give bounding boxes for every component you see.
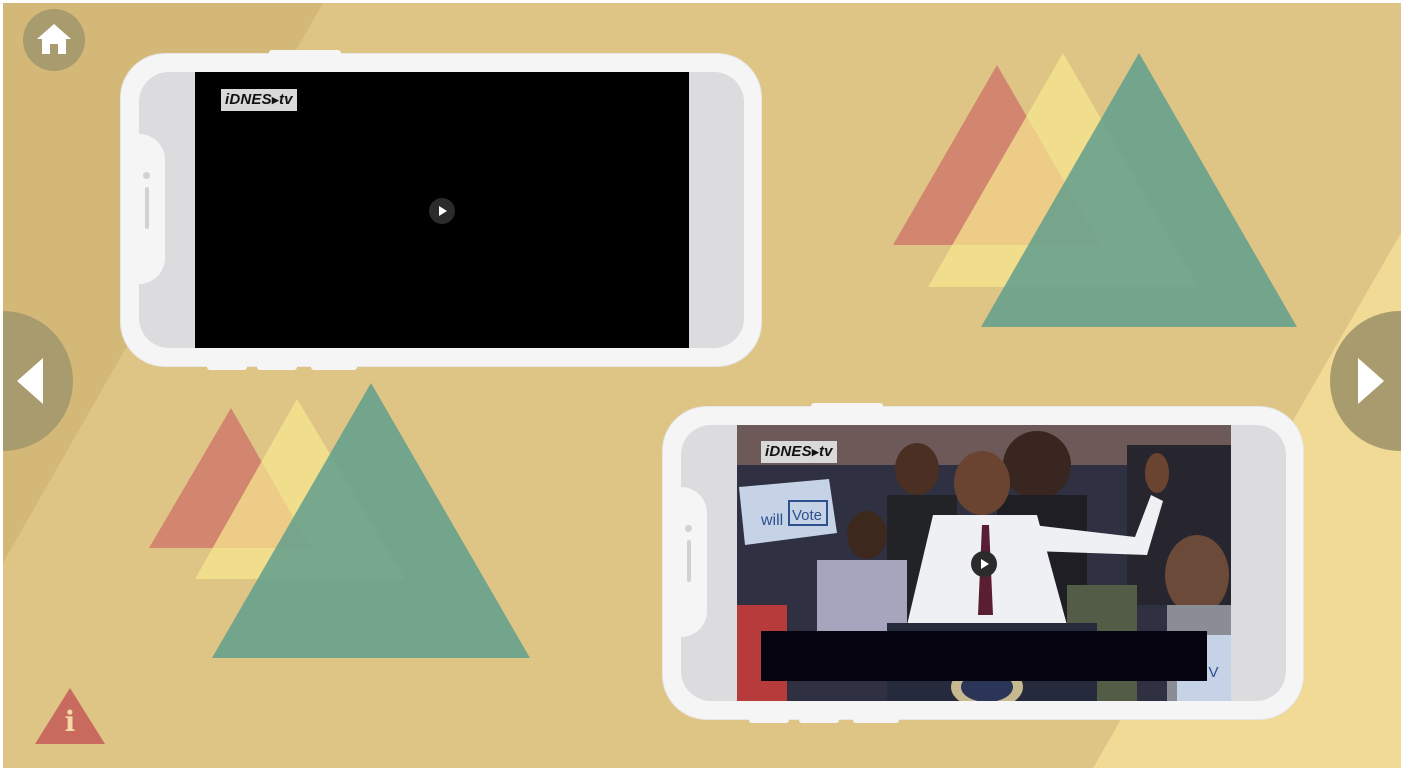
info-button[interactable]: i (33, 686, 107, 746)
play-button[interactable] (971, 551, 997, 577)
play-icon (981, 559, 989, 569)
phone-side-button (811, 403, 883, 409)
speaker-hand (1145, 453, 1169, 493)
arrow-left-icon (17, 358, 43, 404)
phone-speaker (687, 540, 691, 582)
channel-logo: iDNES▶tv (221, 89, 297, 111)
play-button[interactable] (429, 198, 455, 224)
sign-text: will (760, 512, 783, 529)
channel-logo-suffix: tv (278, 91, 293, 108)
phone-volume-button (311, 364, 357, 370)
home-button[interactable] (23, 9, 85, 71)
phone-side-button (269, 50, 341, 56)
phone-notch (139, 134, 165, 284)
phone-volume-button (749, 717, 789, 723)
channel-logo-text: iDNES (765, 443, 812, 460)
house-icon (37, 24, 71, 54)
phone-volume-button (207, 364, 247, 370)
phone-mockup: iDNES▶tv (121, 50, 761, 370)
video-player[interactable]: iDNES▶tv (195, 72, 689, 348)
logo-play-icon: ▶ (271, 95, 279, 105)
phone-camera (685, 525, 692, 532)
channel-logo-text: iDNES (225, 91, 272, 108)
phone-notch (681, 487, 707, 637)
channel-logo: iDNES▶tv (761, 441, 837, 463)
crowd-person (895, 443, 939, 495)
phone-mockup: will Vote l V iDNES▶tv (663, 403, 1303, 723)
phone-camera (143, 172, 150, 179)
sign-text: Vote (792, 507, 822, 524)
logo-play-icon: ▶ (811, 447, 819, 457)
video-player[interactable]: will Vote l V iDNES▶tv (737, 425, 1231, 701)
info-label: i (64, 705, 76, 738)
phone-volume-button (853, 717, 899, 723)
speaker-head (954, 451, 1010, 515)
crowd-person (1003, 431, 1071, 499)
arrow-right-icon (1358, 358, 1384, 404)
crowd-person (847, 511, 887, 559)
phone-volume-button (257, 364, 297, 370)
play-icon (439, 206, 447, 216)
crowd-person (1165, 535, 1229, 615)
app-stage: i iDNES▶tv will Vote l V iDNES▶tv (3, 3, 1401, 768)
channel-logo-suffix: tv (818, 443, 833, 460)
redacted-subtitle-bar (761, 631, 1207, 681)
phone-volume-button (799, 717, 839, 723)
phone-speaker (145, 187, 149, 229)
